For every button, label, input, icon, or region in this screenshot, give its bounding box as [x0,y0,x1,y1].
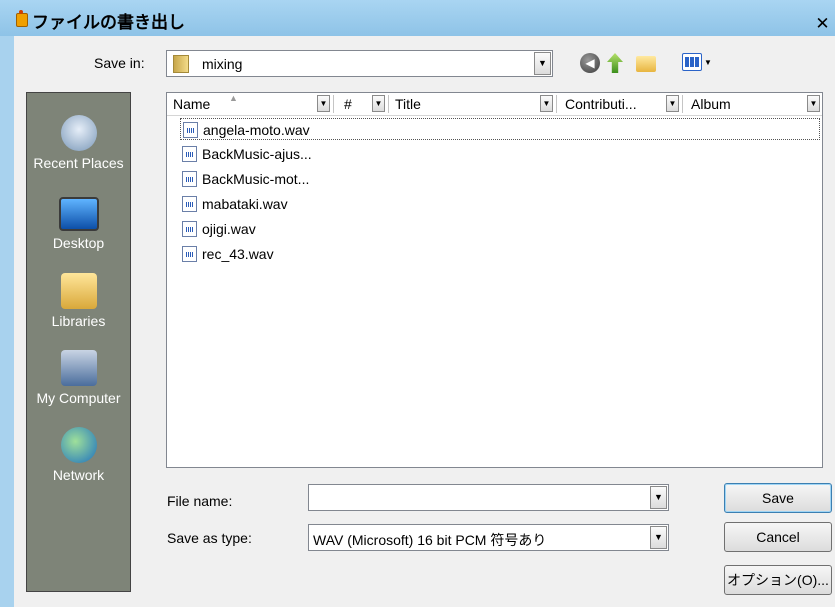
wav-file-icon [182,171,197,187]
chevron-down-icon[interactable]: ▼ [650,486,667,509]
column-separator[interactable] [388,95,389,113]
place-label: Recent Places [33,155,124,171]
title-bar: ファイルの書き出し ✕ [0,0,835,36]
cancel-button[interactable]: Cancel [724,522,832,552]
back-icon[interactable]: ◀ [580,53,600,73]
wav-file-icon [182,146,197,162]
column-separator[interactable] [333,95,334,113]
place-libraries[interactable]: Libraries [27,273,130,329]
network-icon [60,427,97,463]
save-as-type-value: WAV (Microsoft) 16 bit PCM 符号あり [313,532,547,548]
file-name-input[interactable]: ▼ [308,484,669,511]
place-desktop[interactable]: Desktop [27,197,130,251]
view-menu-arrow-icon[interactable]: ▼ [704,58,712,67]
save-dialog: Save in: mixing ▼ ◀ ▼ Recent Places Desk… [14,36,835,607]
column-name-dropdown[interactable]: ▼ [317,95,330,112]
save-in-label: Save in: [94,55,145,71]
place-label: My Computer [36,390,121,406]
app-icon [16,10,28,27]
folder-icon [173,55,189,73]
column-contributing[interactable]: Contributi... [565,93,637,115]
column-album[interactable]: Album [691,93,731,115]
desktop-icon [58,197,99,231]
file-name: BackMusic-ajus... [202,146,312,162]
file-list[interactable]: Name ▲ ▼ # ▼ Title ▼ Contributi... ▼ Alb… [166,92,823,468]
places-bar: Recent Places Desktop Libraries My Compu… [26,92,131,592]
column-number-dropdown[interactable]: ▼ [372,95,385,112]
list-item[interactable]: ojigi.wav [180,218,256,240]
save-in-value: mixing [202,56,243,72]
place-my-computer[interactable]: My Computer [27,350,130,406]
place-label: Desktop [52,235,105,251]
window-title: ファイルの書き出し [32,13,185,33]
list-item[interactable]: rec_43.wav [180,243,274,265]
new-folder-icon[interactable] [636,56,656,72]
column-separator[interactable] [682,95,683,113]
list-item[interactable]: mabataki.wav [180,193,288,215]
view-menu-icon[interactable] [682,53,702,71]
file-name: angela-moto.wav [203,122,310,138]
libraries-icon [60,273,97,309]
column-name[interactable]: Name [173,93,210,115]
list-item[interactable]: angela-moto.wav [180,118,820,140]
close-button[interactable]: ✕ [810,12,835,36]
column-separator[interactable] [556,95,557,113]
save-as-type-label: Save as type: [167,530,252,546]
file-name: ojigi.wav [202,221,256,237]
column-album-dropdown[interactable]: ▼ [807,95,820,112]
place-label: Libraries [51,313,106,329]
wav-file-icon [182,196,197,212]
sort-ascending-icon: ▲ [229,93,238,103]
column-number[interactable]: # [344,93,352,115]
file-name: rec_43.wav [202,246,274,262]
column-header: Name ▲ ▼ # ▼ Title ▼ Contributi... ▼ Alb… [167,93,822,116]
list-item[interactable]: BackMusic-ajus... [180,143,312,165]
file-name: BackMusic-mot... [202,171,310,187]
file-name-label: File name: [167,493,233,509]
save-button[interactable]: Save [724,483,832,513]
place-label: Network [52,467,105,483]
list-item[interactable]: BackMusic-mot... [180,168,309,190]
file-name: mabataki.wav [202,196,288,212]
save-in-combo[interactable]: mixing ▼ [166,50,553,77]
chevron-down-icon[interactable]: ▼ [650,526,667,549]
wav-file-icon [183,122,198,138]
column-contributing-dropdown[interactable]: ▼ [666,95,679,112]
options-button[interactable]: オプション(O)... [724,565,832,595]
place-network[interactable]: Network [27,427,130,483]
save-as-type-select[interactable]: WAV (Microsoft) 16 bit PCM 符号あり ▼ [308,524,669,551]
column-title-dropdown[interactable]: ▼ [540,95,553,112]
wav-file-icon [182,221,197,237]
column-title[interactable]: Title [395,93,421,115]
wav-file-icon [182,246,197,262]
up-folder-icon[interactable] [607,53,623,73]
place-recent-places[interactable]: Recent Places [27,115,130,171]
computer-icon [60,350,97,386]
chevron-down-icon[interactable]: ▼ [534,52,551,75]
recent-places-icon [60,115,97,151]
